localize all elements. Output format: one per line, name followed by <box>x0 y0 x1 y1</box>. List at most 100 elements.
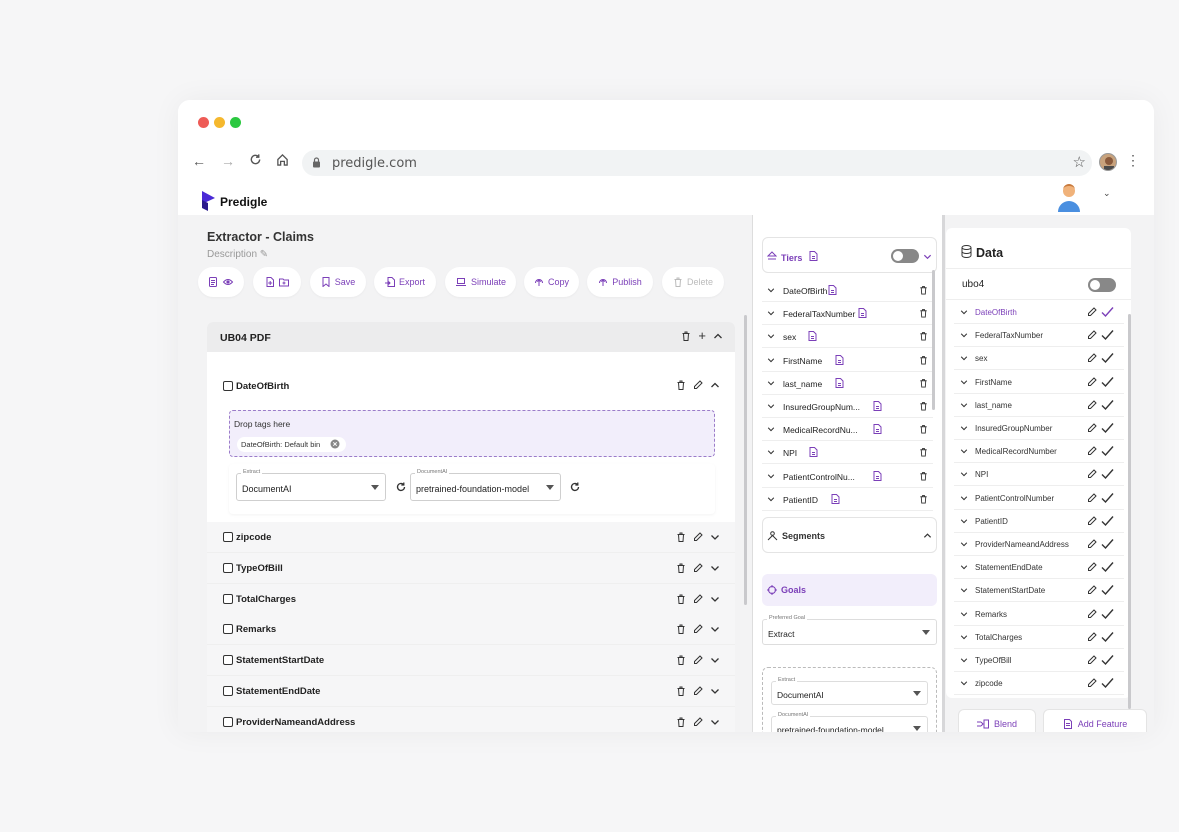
data-item[interactable]: TotalCharges <box>954 626 1124 649</box>
model-select[interactable]: DocumentAI pretrained-foundation-model <box>410 469 561 501</box>
extract-select[interactable]: Extract DocumentAI <box>236 469 386 501</box>
tiers-scrollbar[interactable] <box>932 270 935 410</box>
data-item[interactable]: InsuredGroupNumber <box>954 417 1124 440</box>
data-item[interactable]: FirstName <box>954 371 1124 394</box>
pencil-icon[interactable] <box>693 717 703 727</box>
chevron-down-icon[interactable] <box>710 624 720 634</box>
chevron-down-icon[interactable] <box>710 686 720 696</box>
checkmark-icon[interactable] <box>1101 654 1114 666</box>
chevron-up-icon[interactable] <box>713 331 723 341</box>
section-header[interactable]: UB04 PDF + <box>207 322 735 352</box>
data-item[interactable]: ProviderNameandAddress <box>954 533 1124 556</box>
chevron-down-icon[interactable] <box>960 610 968 618</box>
pencil-icon[interactable] <box>693 380 703 390</box>
field-checkbox[interactable] <box>223 686 233 696</box>
field-row[interactable]: Remarks <box>207 614 735 646</box>
checkmark-icon[interactable] <box>1101 329 1114 341</box>
delete-button[interactable]: Delete <box>662 267 724 297</box>
document-icon[interactable] <box>858 308 867 319</box>
tier-item[interactable]: FederalTaxNumber <box>762 302 933 326</box>
checkmark-icon[interactable] <box>1101 352 1114 364</box>
tier-item[interactable]: sex <box>762 325 933 349</box>
goals-header[interactable]: Goals <box>762 574 937 606</box>
data-item[interactable]: DateOfBirth <box>954 301 1124 324</box>
pencil-icon[interactable] <box>1087 655 1097 665</box>
chevron-down-icon[interactable] <box>767 286 775 294</box>
back-arrow-icon[interactable]: ← <box>191 153 207 169</box>
pencil-icon[interactable] <box>1087 516 1097 526</box>
add-file-button[interactable] <box>253 267 301 297</box>
trash-icon[interactable] <box>676 686 686 696</box>
browser-menu-icon[interactable]: ⋮ <box>1126 152 1140 169</box>
goal-model-select[interactable]: DocumentAI pretrained-foundation-model <box>771 712 928 732</box>
field-checkbox[interactable] <box>223 381 233 391</box>
data-item[interactable]: PatientID <box>954 510 1124 533</box>
pencil-icon[interactable] <box>693 532 703 542</box>
data-item[interactable]: FederalTaxNumber <box>954 324 1124 348</box>
trash-icon[interactable] <box>919 494 928 504</box>
chevron-down-icon[interactable] <box>767 448 775 456</box>
goal-extract-select[interactable]: Extract DocumentAI <box>771 677 928 705</box>
pencil-icon[interactable] <box>1087 330 1097 340</box>
checkmark-icon[interactable] <box>1101 492 1114 504</box>
bookmark-star-icon[interactable]: ☆ <box>1073 153 1086 171</box>
trash-icon[interactable] <box>919 401 928 411</box>
pencil-icon[interactable] <box>1087 446 1097 456</box>
home-icon[interactable] <box>274 153 290 169</box>
chevron-down-icon[interactable] <box>923 252 932 261</box>
left-scrollbar[interactable] <box>744 315 747 605</box>
data-item[interactable]: zipcode <box>954 672 1124 696</box>
preferred-goal-select[interactable]: Preferred Goal Extract <box>762 615 937 645</box>
tier-item[interactable]: NPI <box>762 441 933 465</box>
description-link[interactable]: Description ✎ <box>207 249 268 260</box>
data-item[interactable]: Remarks <box>954 603 1124 626</box>
trash-icon[interactable] <box>676 655 686 666</box>
chevron-down-icon[interactable] <box>960 331 968 339</box>
field-row[interactable]: StatementEndDate <box>207 676 735 707</box>
chevron-down-icon[interactable] <box>960 470 968 478</box>
trash-icon[interactable] <box>919 355 928 365</box>
data-item[interactable]: StatementEndDate <box>954 556 1124 580</box>
data-item[interactable]: NPI <box>954 463 1124 487</box>
pencil-icon[interactable] <box>1087 585 1097 595</box>
user-avatar[interactable] <box>1056 182 1082 212</box>
tier-item[interactable]: DateOfBirth <box>762 279 933 302</box>
chevron-down-icon[interactable] <box>960 424 968 432</box>
chevron-down-icon[interactable] <box>767 332 775 340</box>
chevron-down-icon[interactable] <box>767 356 775 364</box>
chevron-down-icon[interactable] <box>710 655 720 665</box>
trash-icon[interactable] <box>676 594 686 604</box>
save-button[interactable]: Save <box>310 267 366 297</box>
pencil-icon[interactable] <box>1087 608 1097 619</box>
data-scrollbar[interactable] <box>1128 314 1131 709</box>
field-row[interactable]: TypeOfBill <box>207 552 735 584</box>
pencil-icon[interactable] <box>1087 469 1097 479</box>
add-feature-button[interactable]: Add Feature <box>1043 709 1147 732</box>
chevron-down-icon[interactable] <box>767 472 775 480</box>
checkmark-icon[interactable] <box>1101 306 1114 318</box>
checkmark-icon[interactable] <box>1101 422 1114 434</box>
checkmark-icon[interactable] <box>1101 515 1114 527</box>
tier-item[interactable]: PatientControlNu... <box>762 465 933 488</box>
trash-icon[interactable] <box>919 331 928 341</box>
refresh-icon[interactable] <box>396 482 406 492</box>
trash-icon[interactable] <box>919 308 928 318</box>
document-icon[interactable] <box>835 354 844 365</box>
trash-icon[interactable] <box>919 378 928 388</box>
pencil-icon[interactable] <box>693 624 703 634</box>
trash-icon[interactable] <box>919 471 928 481</box>
simulate-button[interactable]: Simulate <box>445 267 516 297</box>
document-icon[interactable] <box>873 470 882 481</box>
chevron-down-icon[interactable] <box>710 717 720 727</box>
tiers-toggle[interactable] <box>891 249 919 263</box>
trash-icon[interactable] <box>676 532 686 542</box>
trash-icon[interactable] <box>681 331 691 341</box>
publish-button[interactable]: Publish <box>587 267 653 297</box>
field-row[interactable]: zipcode <box>207 522 735 553</box>
chevron-down-icon[interactable] <box>960 656 968 664</box>
chevron-down-icon[interactable] <box>960 401 968 409</box>
preview-button[interactable] <box>198 267 244 297</box>
trash-icon[interactable] <box>919 285 928 295</box>
data-item[interactable]: sex <box>954 347 1124 371</box>
chevron-down-icon[interactable] <box>767 379 775 387</box>
